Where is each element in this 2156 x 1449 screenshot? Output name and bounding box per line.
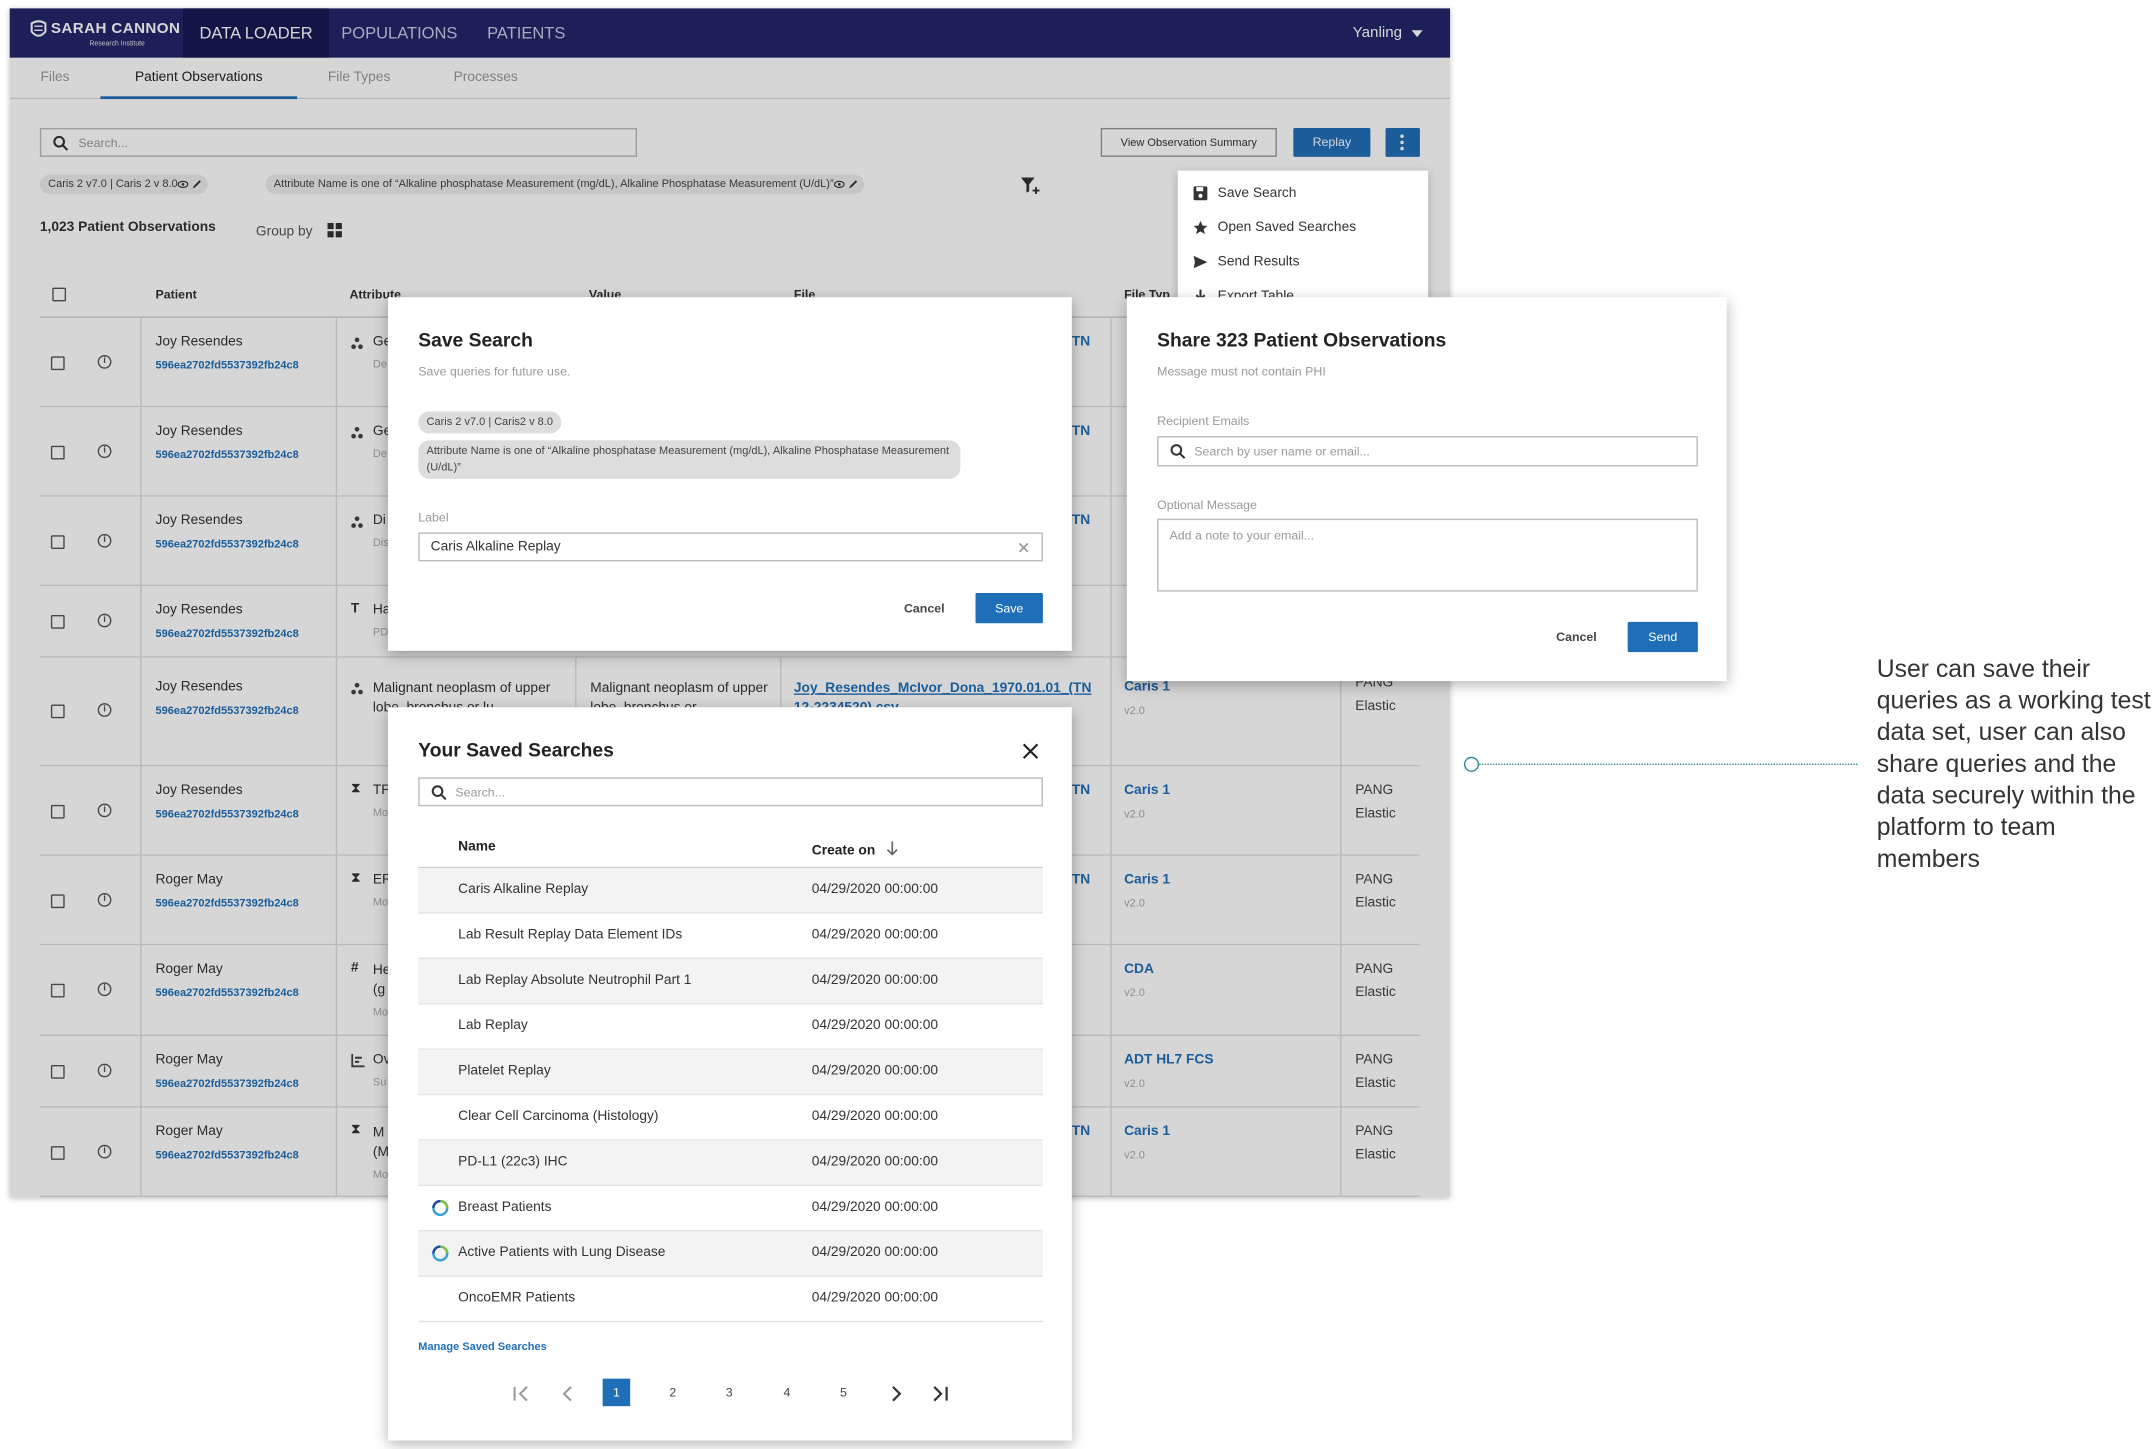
saved-search-row[interactable]: Caris Alkaline Replay 04/29/2020 00:00:0… bbox=[418, 868, 1043, 914]
dialog-title: Save Search bbox=[418, 328, 533, 351]
recipient-emails-placeholder: Search by user name or email... bbox=[1194, 444, 1370, 459]
saved-search-date: 04/29/2020 00:00:00 bbox=[811, 1108, 939, 1125]
dialog-title: Share 323 Patient Observations bbox=[1157, 328, 1447, 351]
population-icon bbox=[432, 1245, 449, 1262]
label-input[interactable]: Caris Alkaline Replay bbox=[418, 532, 1043, 562]
cancel-button[interactable]: Cancel bbox=[904, 601, 945, 615]
saved-search-placeholder: Search... bbox=[455, 785, 505, 800]
saved-search-row[interactable]: Platelet Replay 04/29/2020 00:00:00 bbox=[418, 1049, 1043, 1096]
col-create-on-label: Create on bbox=[811, 843, 876, 859]
query-chip-file-type: Caris 2 v7.0 | Caris2 v 8.0 bbox=[418, 411, 562, 434]
query-chip-attribute: Attribute Name is one of “Alkaline phosp… bbox=[418, 440, 961, 479]
saved-searches-header: Name Create on bbox=[418, 827, 1043, 869]
search-icon bbox=[1170, 444, 1186, 459]
col-name[interactable]: Name bbox=[458, 839, 495, 854]
menu-item-label: Send Results bbox=[1217, 254, 1300, 270]
annotation-connector bbox=[1479, 763, 1858, 766]
saved-search-input[interactable]: Search... bbox=[418, 777, 1043, 807]
saved-search-row[interactable]: Lab Replay 04/29/2020 00:00:00 bbox=[418, 1004, 1043, 1050]
save-button[interactable]: Save bbox=[975, 593, 1043, 624]
saved-search-row[interactable]: Lab Replay Absolute Neutrophil Part 1 04… bbox=[418, 959, 1043, 1005]
close-icon[interactable] bbox=[1022, 743, 1039, 760]
dialog-subtitle: Save queries for future use. bbox=[418, 364, 571, 379]
saved-search-name: OncoEMR Patients bbox=[458, 1290, 576, 1306]
menu-item-label: Save Search bbox=[1217, 185, 1297, 201]
page-3[interactable]: 3 bbox=[715, 1379, 743, 1407]
annotation-text: User can save their queries as a working… bbox=[1876, 654, 2151, 873]
saved-search-name: PD-L1 (22c3) IHC bbox=[458, 1154, 568, 1170]
save-search-dialog: Save Search Save queries for future use.… bbox=[388, 297, 1072, 651]
dialog-title: Your Saved Searches bbox=[418, 738, 614, 761]
saved-search-name: Platelet Replay bbox=[458, 1063, 551, 1079]
saved-searches-dialog: Your Saved Searches Search... Name Creat… bbox=[388, 707, 1072, 1441]
col-create-on[interactable]: Create on bbox=[811, 839, 898, 859]
saved-search-name: Lab Result Replay Data Element IDs bbox=[458, 927, 683, 943]
first-page-icon[interactable] bbox=[512, 1384, 531, 1403]
recipient-emails-input[interactable]: Search by user name or email... bbox=[1157, 436, 1698, 467]
saved-search-date: 04/29/2020 00:00:00 bbox=[811, 1018, 939, 1034]
page-5[interactable]: 5 bbox=[830, 1379, 858, 1407]
menu-save-search[interactable]: Save Search bbox=[1178, 177, 1428, 211]
send-icon bbox=[1193, 255, 1208, 269]
saved-search-name: Active Patients with Lung Disease bbox=[458, 1245, 666, 1261]
saved-search-name: Lab Replay bbox=[458, 1018, 528, 1034]
optional-message-label: Optional Message bbox=[1157, 498, 1257, 512]
sort-down-icon bbox=[886, 841, 898, 856]
label-input-value: Caris Alkaline Replay bbox=[430, 539, 561, 555]
population-icon bbox=[432, 1199, 449, 1217]
last-page-icon[interactable] bbox=[930, 1384, 949, 1403]
optional-message-placeholder: Add a note to your email... bbox=[1169, 528, 1315, 543]
saved-search-row[interactable]: Breast Patients 04/29/2020 00:00:00 bbox=[418, 1186, 1043, 1232]
label-field-label: Label bbox=[418, 510, 449, 525]
annotation-dot bbox=[1463, 756, 1480, 772]
saved-search-name: Caris Alkaline Replay bbox=[458, 881, 589, 898]
saved-search-row[interactable]: OncoEMR Patients 04/29/2020 00:00:00 bbox=[418, 1277, 1043, 1323]
saved-search-date: 04/29/2020 00:00:00 bbox=[811, 972, 939, 988]
menu-item-label: Open Saved Searches bbox=[1217, 220, 1357, 236]
saved-search-date: 04/29/2020 00:00:00 bbox=[811, 927, 939, 943]
saved-search-date: 04/29/2020 00:00:00 bbox=[811, 1199, 939, 1215]
prev-page-icon[interactable] bbox=[559, 1384, 578, 1403]
next-page-icon[interactable] bbox=[886, 1384, 905, 1403]
save-icon bbox=[1193, 186, 1208, 201]
star-icon bbox=[1193, 220, 1208, 235]
menu-open-saved-searches[interactable]: Open Saved Searches bbox=[1178, 212, 1428, 246]
saved-search-date: 04/29/2020 00:00:00 bbox=[811, 1245, 939, 1261]
page-4[interactable]: 4 bbox=[773, 1379, 801, 1407]
saved-search-date: 04/29/2020 00:00:00 bbox=[811, 1154, 939, 1170]
manage-saved-searches-link[interactable]: Manage Saved Searches bbox=[418, 1340, 546, 1352]
recipient-emails-label: Recipient Emails bbox=[1157, 414, 1250, 428]
modal-scrim-top bbox=[9, 8, 1451, 100]
saved-search-row[interactable]: Active Patients with Lung Disease 04/29/… bbox=[418, 1231, 1043, 1277]
saved-search-date: 04/29/2020 00:00:00 bbox=[811, 881, 939, 898]
page-1[interactable]: 1 bbox=[602, 1378, 631, 1407]
page-2[interactable]: 2 bbox=[659, 1379, 687, 1407]
dialog-subtitle: Message must not contain PHI bbox=[1157, 364, 1326, 379]
menu-send-results[interactable]: Send Results bbox=[1178, 246, 1428, 280]
cancel-button[interactable]: Cancel bbox=[1556, 630, 1597, 644]
send-button[interactable]: Send bbox=[1627, 621, 1698, 653]
saved-search-date: 04/29/2020 00:00:00 bbox=[811, 1063, 939, 1079]
search-icon bbox=[431, 785, 447, 801]
optional-message-textarea[interactable]: Add a note to your email... bbox=[1157, 518, 1698, 592]
saved-search-name: Clear Cell Carcinoma (Histology) bbox=[458, 1108, 659, 1125]
saved-search-row[interactable]: Clear Cell Carcinoma (Histology) 04/29/2… bbox=[418, 1095, 1043, 1141]
clear-icon[interactable] bbox=[1018, 542, 1029, 553]
share-dialog: Share 323 Patient Observations Message m… bbox=[1126, 297, 1727, 682]
saved-search-date: 04/29/2020 00:00:00 bbox=[811, 1290, 939, 1306]
saved-search-name: Lab Replay Absolute Neutrophil Part 1 bbox=[458, 972, 692, 988]
saved-search-name: Breast Patients bbox=[458, 1199, 552, 1215]
saved-search-row[interactable]: Lab Result Replay Data Element IDs 04/29… bbox=[418, 914, 1043, 960]
saved-search-row[interactable]: PD-L1 (22c3) IHC 04/29/2020 00:00:00 bbox=[418, 1140, 1043, 1187]
